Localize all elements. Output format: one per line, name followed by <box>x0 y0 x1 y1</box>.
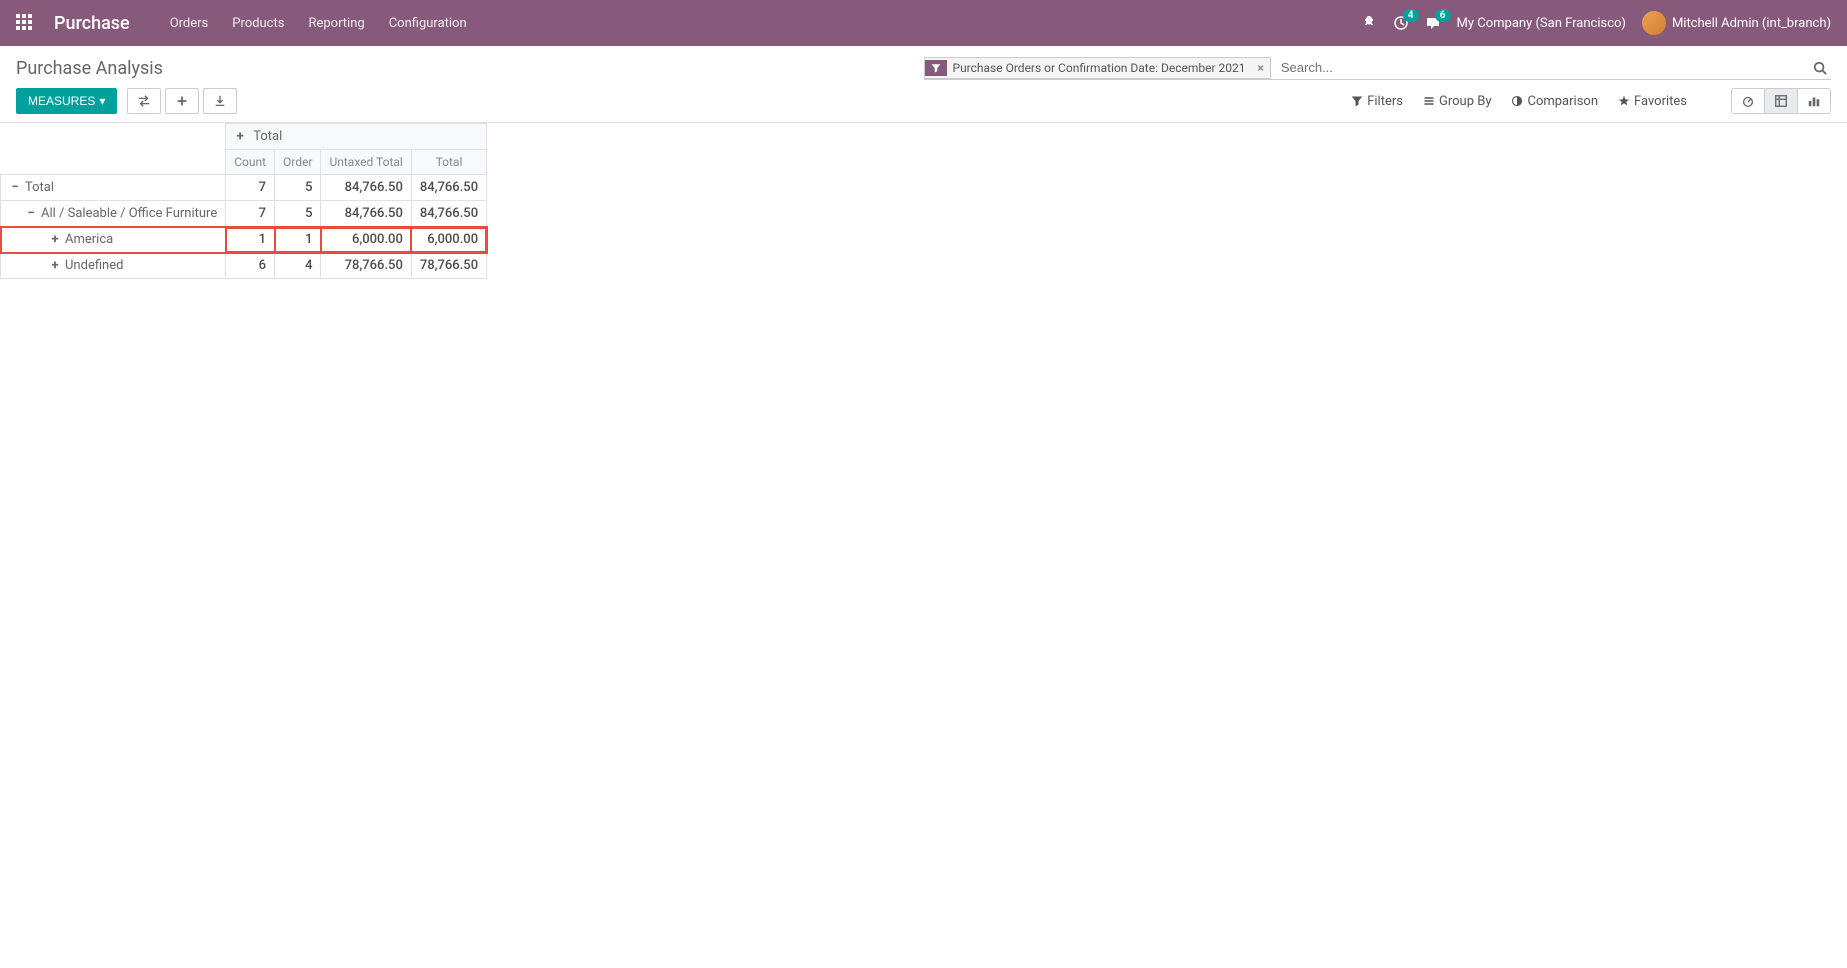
expand-all-button[interactable] <box>165 88 199 114</box>
measures-label: MEASURES <box>28 94 95 108</box>
filter-icon <box>925 60 947 76</box>
measure-count[interactable]: Count <box>226 150 275 175</box>
pivot-row: +Undefined6478,766.5078,766.50 <box>1 253 487 279</box>
list-icon <box>1423 95 1435 107</box>
favorites-dropdown[interactable]: Favorites <box>1618 94 1687 109</box>
search-icon[interactable] <box>1809 57 1831 79</box>
activities-icon[interactable]: 4 <box>1393 15 1409 31</box>
control-panel: Purchase Analysis Purchase Orders or Con… <box>0 46 1847 123</box>
pivot-row-header[interactable]: + Undefined <box>1 253 226 279</box>
top-nav: Purchase Orders Products Reporting Confi… <box>0 0 1847 46</box>
pivot-cell[interactable]: 84,766.50 <box>321 175 411 201</box>
apps-icon[interactable] <box>16 14 34 32</box>
pivot-row-header[interactable]: + America <box>1 227 226 253</box>
pivot-row: +America116,000.006,000.00 <box>1 227 487 253</box>
measures-button[interactable]: MEASURES ▾ <box>16 88 117 114</box>
pivot-cell[interactable]: 78,766.50 <box>411 253 486 279</box>
nav-right: 4 6 My Company (San Francisco) Mitchell … <box>1361 11 1831 35</box>
pivot-cell[interactable]: 1 <box>226 227 275 253</box>
measure-order[interactable]: Order <box>275 150 321 175</box>
view-switcher <box>1731 88 1831 114</box>
pivot-row-header[interactable]: −All / Saleable / Office Furniture <box>1 201 226 227</box>
chevron-down-icon: ▾ <box>99 94 105 108</box>
messages-badge: 6 <box>1435 9 1451 22</box>
measure-total[interactable]: Total <box>411 150 486 175</box>
pivot-cell[interactable]: 7 <box>226 201 275 227</box>
minus-icon[interactable]: − <box>25 206 37 221</box>
nav-orders[interactable]: Orders <box>170 16 209 31</box>
nav-configuration[interactable]: Configuration <box>389 16 467 31</box>
activities-badge: 4 <box>1403 9 1419 22</box>
view-pivot-button[interactable] <box>1764 89 1797 113</box>
pivot-row-label: All / Saleable / Office Furniture <box>41 206 217 221</box>
pivot-row: −All / Saleable / Office Furniture7584,7… <box>1 201 487 227</box>
search-bar[interactable]: Purchase Orders or Confirmation Date: De… <box>924 56 1832 80</box>
pivot-row: −Total7584,766.5084,766.50 <box>1 175 487 201</box>
groupby-dropdown[interactable]: Group By <box>1423 94 1492 109</box>
view-dashboard-button[interactable] <box>1732 89 1764 113</box>
pivot-cell[interactable]: 7 <box>226 175 275 201</box>
filter-icon <box>1351 95 1363 107</box>
plus-icon[interactable]: + <box>49 258 61 273</box>
nav-menu: Orders Products Reporting Configuration <box>170 16 467 31</box>
pivot-row-label: America <box>65 232 113 247</box>
pivot-table-container: + Total Count Order Untaxed Total Total … <box>0 123 1847 279</box>
pivot-cell[interactable]: 78,766.50 <box>321 253 411 279</box>
filters-dropdown[interactable]: Filters <box>1351 94 1403 109</box>
company-name[interactable]: My Company (San Francisco) <box>1457 16 1626 31</box>
pivot-cell[interactable]: 84,766.50 <box>411 201 486 227</box>
pivot-cell[interactable]: 5 <box>275 175 321 201</box>
pivot-table: + Total Count Order Untaxed Total Total … <box>0 123 487 279</box>
facet-remove[interactable]: × <box>1252 58 1270 78</box>
pivot-row-label: Total <box>25 180 54 195</box>
facet-label: Purchase Orders or Confirmation Date: De… <box>947 58 1252 78</box>
download-button[interactable] <box>203 88 237 114</box>
plus-icon[interactable]: + <box>49 232 61 247</box>
search-input[interactable] <box>1277 56 1809 79</box>
comparison-dropdown[interactable]: Comparison <box>1511 94 1598 109</box>
avatar <box>1642 11 1666 35</box>
user-name: Mitchell Admin (int_branch) <box>1672 16 1831 31</box>
minus-icon[interactable]: − <box>9 180 21 195</box>
contrast-icon <box>1511 95 1523 107</box>
pivot-cell[interactable]: 84,766.50 <box>321 201 411 227</box>
view-graph-button[interactable] <box>1797 89 1830 113</box>
messages-icon[interactable]: 6 <box>1425 15 1441 31</box>
nav-products[interactable]: Products <box>232 16 284 31</box>
pivot-cell[interactable]: 6,000.00 <box>411 227 486 253</box>
measure-untaxed[interactable]: Untaxed Total <box>321 150 411 175</box>
pivot-row-header[interactable]: −Total <box>1 175 226 201</box>
plus-icon[interactable]: + <box>234 129 246 144</box>
page-title: Purchase Analysis <box>16 58 163 79</box>
pivot-cell[interactable]: 5 <box>275 201 321 227</box>
nav-reporting[interactable]: Reporting <box>308 16 364 31</box>
pivot-col-header-total[interactable]: + Total <box>226 124 487 150</box>
pivot-cell[interactable]: 6,000.00 <box>321 227 411 253</box>
pivot-cell[interactable]: 6 <box>226 253 275 279</box>
flip-axis-button[interactable] <box>127 88 161 114</box>
search-facet: Purchase Orders or Confirmation Date: De… <box>924 57 1271 79</box>
pivot-cell[interactable]: 1 <box>275 227 321 253</box>
pivot-row-label: Undefined <box>65 258 123 273</box>
star-icon <box>1618 95 1630 107</box>
pivot-cell[interactable]: 4 <box>275 253 321 279</box>
app-brand[interactable]: Purchase <box>54 13 130 34</box>
user-menu[interactable]: Mitchell Admin (int_branch) <box>1642 11 1831 35</box>
pivot-cell[interactable]: 84,766.50 <box>411 175 486 201</box>
bug-icon[interactable] <box>1361 15 1377 31</box>
